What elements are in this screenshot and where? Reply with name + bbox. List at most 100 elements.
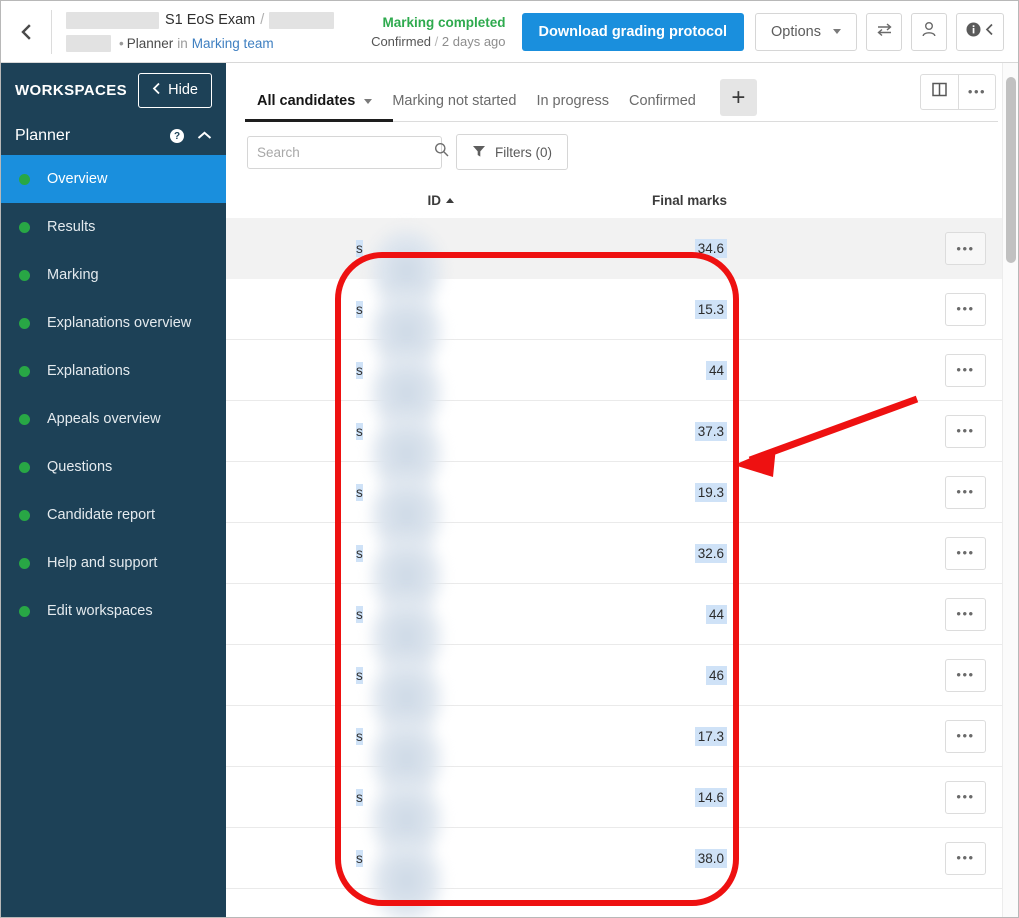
table-row[interactable]: s 46 ••• <box>226 645 1018 745</box>
status-detail: Confirmed / 2 days ago <box>371 34 505 49</box>
row-actions-button[interactable]: ••• <box>945 841 986 875</box>
planner-title: Planner <box>15 127 71 144</box>
scrollbar-thumb[interactable] <box>1006 77 1016 263</box>
columns-layout-icon <box>932 82 947 102</box>
redacted-id-blur <box>365 832 448 917</box>
status-badge: Marking completed <box>382 14 506 30</box>
funnel-icon <box>472 144 486 161</box>
sidebar-item-explanations[interactable]: Explanations <box>1 347 226 395</box>
status-dot-icon <box>19 413 30 425</box>
tab-confirmed[interactable]: Confirmed <box>619 93 706 122</box>
row-actions-button[interactable]: ••• <box>945 719 986 753</box>
table-row[interactable]: s 19.3 ••• <box>226 462 1018 562</box>
info-collapse-button[interactable] <box>956 12 1004 51</box>
marking-team-link[interactable]: Marking team <box>192 36 274 51</box>
tab-in-progress[interactable]: In progress <box>526 93 619 122</box>
sidebar-item-marking[interactable]: Marking <box>1 251 226 299</box>
top-header-bar: S1 EoS Exam / • Planner in Marking team Mar… <box>1 1 1018 63</box>
sidebar-item-overview[interactable]: Overview <box>1 155 226 203</box>
view-tools: ••• <box>920 74 996 110</box>
status-dot-icon <box>19 317 30 329</box>
row-actions-button[interactable]: ••• <box>945 475 986 509</box>
redacted-user-name <box>66 34 111 52</box>
cell-final-marks: 44 <box>476 604 756 624</box>
add-tab-button[interactable]: + <box>719 79 757 116</box>
planner-section-header[interactable]: Planner ? <box>1 117 226 155</box>
row-actions-button[interactable]: ••• <box>945 597 986 631</box>
column-header-final-marks[interactable]: Final marks <box>476 193 756 208</box>
final-mark-value: 14.6 <box>694 787 727 807</box>
status-timestamp: 2 days ago <box>441 33 506 49</box>
table-row[interactable]: s 32.6 ••• <box>226 523 1018 623</box>
tab-label: All candidates <box>257 93 356 109</box>
table-row[interactable]: s 34.6 ••• <box>226 218 1018 318</box>
sidebar-item-candidate-report[interactable]: Candidate report <box>1 491 226 539</box>
row-actions-button[interactable]: ••• <box>945 414 986 448</box>
chevron-down-icon <box>833 29 841 34</box>
bullet-separator: • <box>119 35 124 51</box>
id-prefix: s <box>356 300 363 318</box>
exam-title: S1 EoS Exam <box>165 12 256 28</box>
sidebar-item-label: Explanations overview <box>47 315 192 331</box>
download-grading-protocol-button[interactable]: Download grading protocol <box>521 12 745 51</box>
table-row[interactable]: s 15.3 ••• <box>226 279 1018 379</box>
ellipsis-icon: ••• <box>956 484 975 499</box>
table-row[interactable]: s 14.6 ••• <box>226 767 1018 867</box>
status-dot-icon <box>19 461 30 473</box>
candidates-table: s 34.6 ••• s 15.3 ••• s 44 ••• s 37.3 ••… <box>226 218 1018 917</box>
active-tab-indicator <box>245 119 393 122</box>
column-header-id[interactable]: ID <box>226 193 476 208</box>
user-button[interactable] <box>911 12 947 51</box>
filters-label: Filters (0) <box>495 144 552 160</box>
search-input[interactable] <box>257 144 434 160</box>
question-mark-icon[interactable]: ? <box>170 129 184 143</box>
tab-marking-not-started[interactable]: Marking not started <box>382 93 526 122</box>
cell-id: s <box>226 649 476 745</box>
final-mark-value: 37.3 <box>694 421 727 441</box>
more-options-button[interactable]: ••• <box>958 75 995 109</box>
chevron-up-icon[interactable] <box>197 127 212 145</box>
table-row[interactable]: s 17.3 ••• <box>226 706 1018 806</box>
row-actions-button[interactable]: ••• <box>945 232 986 265</box>
row-actions-button[interactable]: ••• <box>945 780 986 814</box>
sidebar-item-label: Overview <box>47 171 108 187</box>
row-actions-button[interactable]: ••• <box>945 353 986 387</box>
chevron-left-icon <box>19 23 33 40</box>
table-row[interactable]: s 38.0 ••• <box>226 828 1018 917</box>
table-row[interactable]: s 37.3 ••• <box>226 401 1018 501</box>
sidebar-item-help-and-support[interactable]: Help and support <box>1 539 226 587</box>
hide-sidebar-button[interactable]: Hide <box>138 72 212 108</box>
vertical-scrollbar[interactable] <box>1002 63 1018 917</box>
table-row[interactable]: s 44 ••• <box>226 584 1018 684</box>
columns-layout-button[interactable] <box>921 75 958 109</box>
options-button[interactable]: Options <box>755 12 857 51</box>
id-prefix: s <box>356 666 363 684</box>
role-label: Planner <box>126 35 174 51</box>
sidebar-item-appeals-overview[interactable]: Appeals overview <box>1 395 226 443</box>
row-actions-button[interactable]: ••• <box>945 658 986 692</box>
search-icon[interactable] <box>434 142 449 162</box>
column-header-label: ID <box>427 192 442 208</box>
table-row[interactable]: s 44 ••• <box>226 340 1018 440</box>
sidebar-item-results[interactable]: Results <box>1 203 226 251</box>
sidebar-item-label: Edit workspaces <box>47 603 153 619</box>
tab-all-candidates[interactable]: All candidates <box>247 93 382 122</box>
transfer-button[interactable] <box>866 12 902 51</box>
row-actions-button[interactable]: ••• <box>945 292 986 326</box>
sidebar-item-explanations-overview[interactable]: Explanations overview <box>1 299 226 347</box>
header-divider <box>51 9 52 54</box>
back-button[interactable] <box>1 1 51 62</box>
main-content: All candidates Marking not started In pr… <box>226 63 1018 917</box>
status-dot-icon <box>19 173 30 185</box>
cell-final-marks: 32.6 <box>476 543 756 563</box>
final-mark-value: 15.3 <box>694 299 727 319</box>
cell-final-marks: 46 <box>476 665 756 685</box>
sidebar-item-edit-workspaces[interactable]: Edit workspaces <box>1 587 226 635</box>
cell-final-marks: 14.6 <box>476 787 756 807</box>
redacted-org-name <box>66 11 159 29</box>
search-box[interactable] <box>247 135 449 169</box>
filters-button[interactable]: Filters (0) <box>456 134 568 170</box>
row-actions-button[interactable]: ••• <box>945 536 986 570</box>
sidebar-item-questions[interactable]: Questions <box>1 443 226 491</box>
id-prefix: s <box>356 788 363 806</box>
